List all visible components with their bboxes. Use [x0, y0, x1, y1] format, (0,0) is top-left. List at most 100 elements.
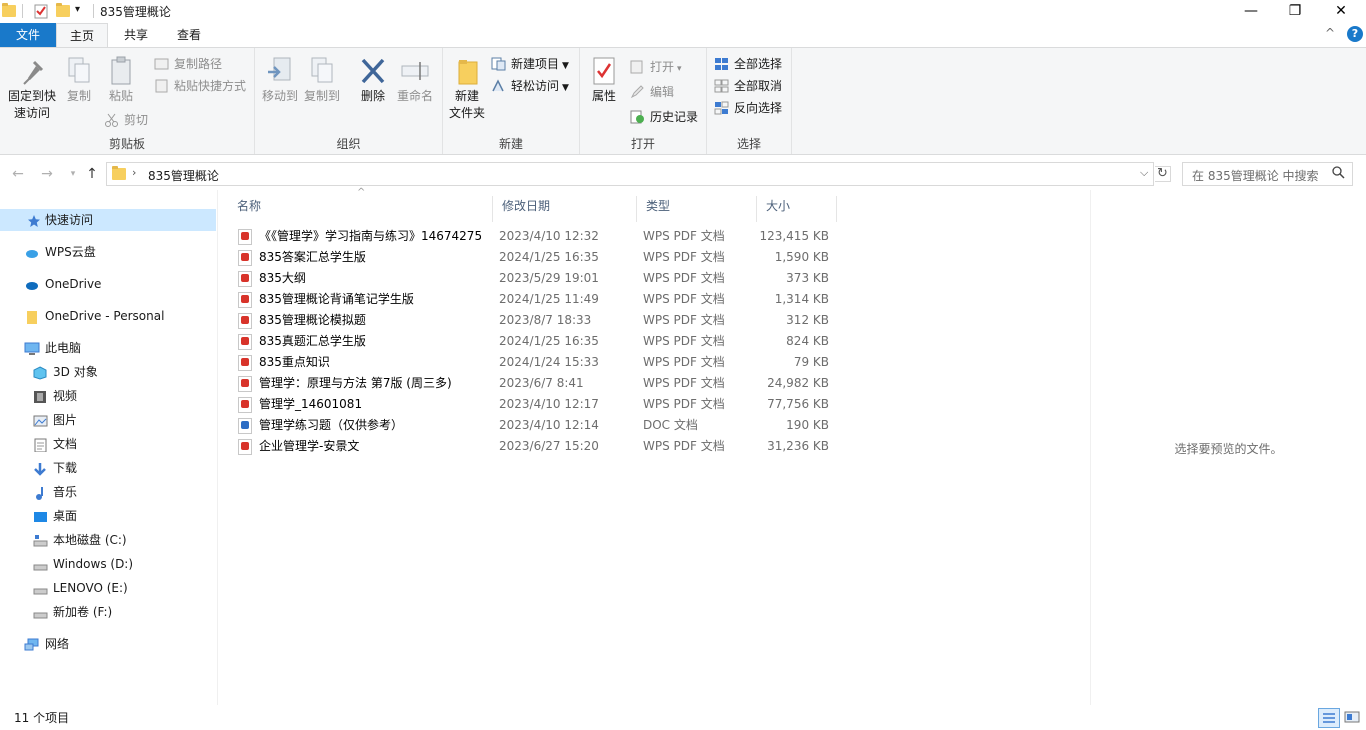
sidebar-item-drive-c[interactable]: 本地磁盘 (C:): [0, 529, 216, 551]
invert-selection-button[interactable]: 反向选择: [714, 98, 782, 118]
back-arrow-icon[interactable]: ←: [9, 164, 27, 184]
recent-locations-chevron-icon[interactable]: ▾: [64, 164, 82, 184]
sidebar-item-music[interactable]: 音乐: [0, 481, 216, 503]
file-row[interactable]: 835大纲 2023/5/29 19:01 WPS PDF 文档 373 KB: [228, 268, 838, 289]
edit-button[interactable]: 编辑: [630, 82, 674, 102]
pin-to-quick-access-button[interactable]: 固定到快 速访问: [4, 52, 60, 122]
search-icon[interactable]: [1332, 166, 1345, 182]
new-item-button[interactable]: 新建项目 ▼: [491, 54, 569, 74]
file-type: WPS PDF 文档: [643, 376, 725, 390]
details-view-icon[interactable]: [1318, 708, 1340, 728]
column-header-date[interactable]: 修改日期: [493, 196, 637, 222]
copy-path-button[interactable]: 复制路径: [154, 54, 222, 74]
pdf-icon: [238, 439, 252, 455]
minimize-button[interactable]: —: [1228, 0, 1274, 23]
easy-access-button[interactable]: 轻松访问 ▼: [491, 76, 569, 96]
file-row[interactable]: 835答案汇总学生版 2024/1/25 16:35 WPS PDF 文档 1,590…: [228, 247, 838, 268]
move-to-button[interactable]: 移动到: [260, 52, 300, 105]
sidebar-item-videos[interactable]: 视频: [0, 385, 216, 407]
new-folder-quick-icon[interactable]: [56, 3, 72, 19]
column-header-name[interactable]: 名称: [228, 196, 493, 222]
search-placeholder: 在 835管理概论 中搜索: [1192, 169, 1319, 183]
pdf-icon: [238, 229, 252, 245]
invert-selection-icon: [714, 101, 729, 115]
tab-home[interactable]: 主页: [56, 23, 108, 47]
window-title: 835管理概论: [100, 5, 171, 19]
tab-view[interactable]: 查看: [165, 23, 213, 47]
cut-button[interactable]: 剪切: [104, 110, 148, 130]
file-type: WPS PDF 文档: [643, 334, 725, 348]
sidebar-item-onedrive-personal[interactable]: OneDrive - Personal: [0, 305, 216, 327]
breadcrumb-chevron-icon[interactable]: ›: [132, 166, 136, 179]
copy-button[interactable]: 复制: [62, 52, 96, 105]
copy-to-button[interactable]: 复制到: [302, 52, 342, 105]
refresh-icon[interactable]: ↻: [1155, 166, 1171, 182]
clipboard-group: 固定到快 速访问 复制 粘贴 复制路径 粘贴快捷方式 剪切 剪贴板: [0, 48, 255, 154]
sidebar-item-pictures[interactable]: 图片: [0, 409, 216, 431]
file-row[interactable]: 835重点知识 2024/1/24 15:33 WPS PDF 文档 79 KB: [228, 352, 838, 373]
forward-arrow-icon[interactable]: →: [38, 164, 56, 184]
collapse-ribbon-icon[interactable]: ^: [1325, 26, 1335, 40]
open-button[interactable]: 打开 ▾: [630, 57, 682, 77]
file-row[interactable]: 管理学_14601081 2023/4/10 12:17 WPS PDF 文档 77,…: [228, 394, 838, 415]
paste-shortcut-button[interactable]: 粘贴快捷方式: [154, 76, 246, 96]
close-button[interactable]: ✕: [1318, 0, 1364, 23]
column-header-type[interactable]: 类型: [637, 196, 757, 222]
search-input[interactable]: 在 835管理概论 中搜索: [1182, 162, 1353, 186]
organize-group: 移动到 复制到 删除 重命名 组织: [255, 48, 443, 154]
delete-button[interactable]: 删除: [356, 52, 390, 105]
delete-label: 删除: [360, 89, 385, 103]
tab-file[interactable]: 文件: [0, 23, 56, 47]
file-row[interactable]: 835管理概论背诵笔记学生版 2024/1/25 11:49 WPS PDF 文档 1…: [228, 289, 838, 310]
sidebar-item-label: 网络: [45, 637, 70, 651]
sidebar-item-drive-d[interactable]: Windows (D:): [0, 553, 216, 575]
file-row[interactable]: 835真题汇总学生版 2024/1/25 16:35 WPS PDF 文档 824 K…: [228, 331, 838, 352]
rename-button[interactable]: 重命名: [393, 52, 437, 105]
select-none-button[interactable]: 全部取消: [714, 76, 782, 96]
help-icon[interactable]: ?: [1347, 26, 1363, 42]
preview-message: 选择要预览的文件。: [1174, 442, 1283, 456]
tab-share[interactable]: 共享: [112, 23, 160, 47]
sidebar-item-drive-e[interactable]: LENOVO (E:): [0, 577, 216, 599]
sidebar-item-label: 新加卷 (F:): [53, 605, 113, 619]
sidebar-item-desktop[interactable]: 桌面: [0, 505, 216, 527]
scissors-icon: [104, 113, 119, 127]
properties-button[interactable]: 属性: [587, 52, 621, 105]
sidebar-item-wps-cloud[interactable]: WPS云盘: [0, 241, 216, 263]
breadcrumb-current[interactable]: 835管理概论: [148, 167, 219, 184]
sidebar-item-label: OneDrive - Personal: [45, 309, 165, 323]
up-arrow-icon[interactable]: ↑: [83, 164, 101, 184]
file-row[interactable]: 835管理概论模拟题 2023/8/7 18:33 WPS PDF 文档 312 KB: [228, 310, 838, 331]
sidebar-item-documents[interactable]: 文档: [0, 433, 216, 455]
select-all-button[interactable]: 全部选择: [714, 54, 782, 74]
file-row[interactable]: 企业管理学-安景文 2023/6/27 15:20 WPS PDF 文档 31,236…: [228, 436, 838, 457]
file-row[interactable]: 管理学：原理与方法 第7版 (周三多) 2023/6/7 8:41 WPS PDF …: [228, 373, 838, 394]
address-bar[interactable]: › 835管理概论 ⌵: [106, 162, 1154, 186]
large-icons-view-icon[interactable]: [1342, 708, 1364, 728]
ribbon-tabs: 文件 主页 共享 查看 ^ ?: [0, 23, 1366, 47]
new-folder-icon: [453, 56, 481, 86]
paste-button[interactable]: 粘贴: [104, 52, 138, 105]
new-folder-button[interactable]: 新建 文件夹: [448, 52, 486, 122]
file-type: WPS PDF 文档: [643, 292, 725, 306]
sidebar-item-network[interactable]: 网络: [0, 633, 216, 655]
document-icon: [34, 437, 49, 453]
sidebar-item-this-pc[interactable]: 此电脑: [0, 337, 216, 359]
sidebar-item-label: LENOVO (E:): [53, 581, 128, 595]
file-row[interactable]: 《《管理学》学习指南与练习》14674275 2023/4/10 12:32 WPS…: [228, 226, 838, 247]
sidebar-item-quick-access[interactable]: 快速访问: [0, 209, 216, 231]
sidebar-item-drive-f[interactable]: 新加卷 (F:): [0, 601, 216, 623]
address-history-dropdown-icon[interactable]: ⌵: [1140, 166, 1148, 180]
sidebar-item-downloads[interactable]: 下载: [0, 457, 216, 479]
file-type: WPS PDF 文档: [643, 355, 725, 369]
column-header-size[interactable]: 大小: [757, 196, 837, 222]
file-name: 835大纲: [259, 271, 306, 285]
file-size: 373 KB: [786, 271, 829, 285]
history-button[interactable]: 历史记录: [630, 107, 698, 127]
properties-quick-icon[interactable]: [33, 3, 49, 19]
sidebar-item-3d-objects[interactable]: 3D 对象: [0, 361, 216, 383]
maximize-button[interactable]: ❐: [1272, 0, 1318, 23]
quick-access-dropdown-icon[interactable]: ▾: [75, 4, 91, 20]
sidebar-item-onedrive[interactable]: OneDrive: [0, 273, 216, 295]
file-row[interactable]: 管理学练习题（仅供参考） 2023/4/10 12:14 DOC 文档 190 KB: [228, 415, 838, 436]
